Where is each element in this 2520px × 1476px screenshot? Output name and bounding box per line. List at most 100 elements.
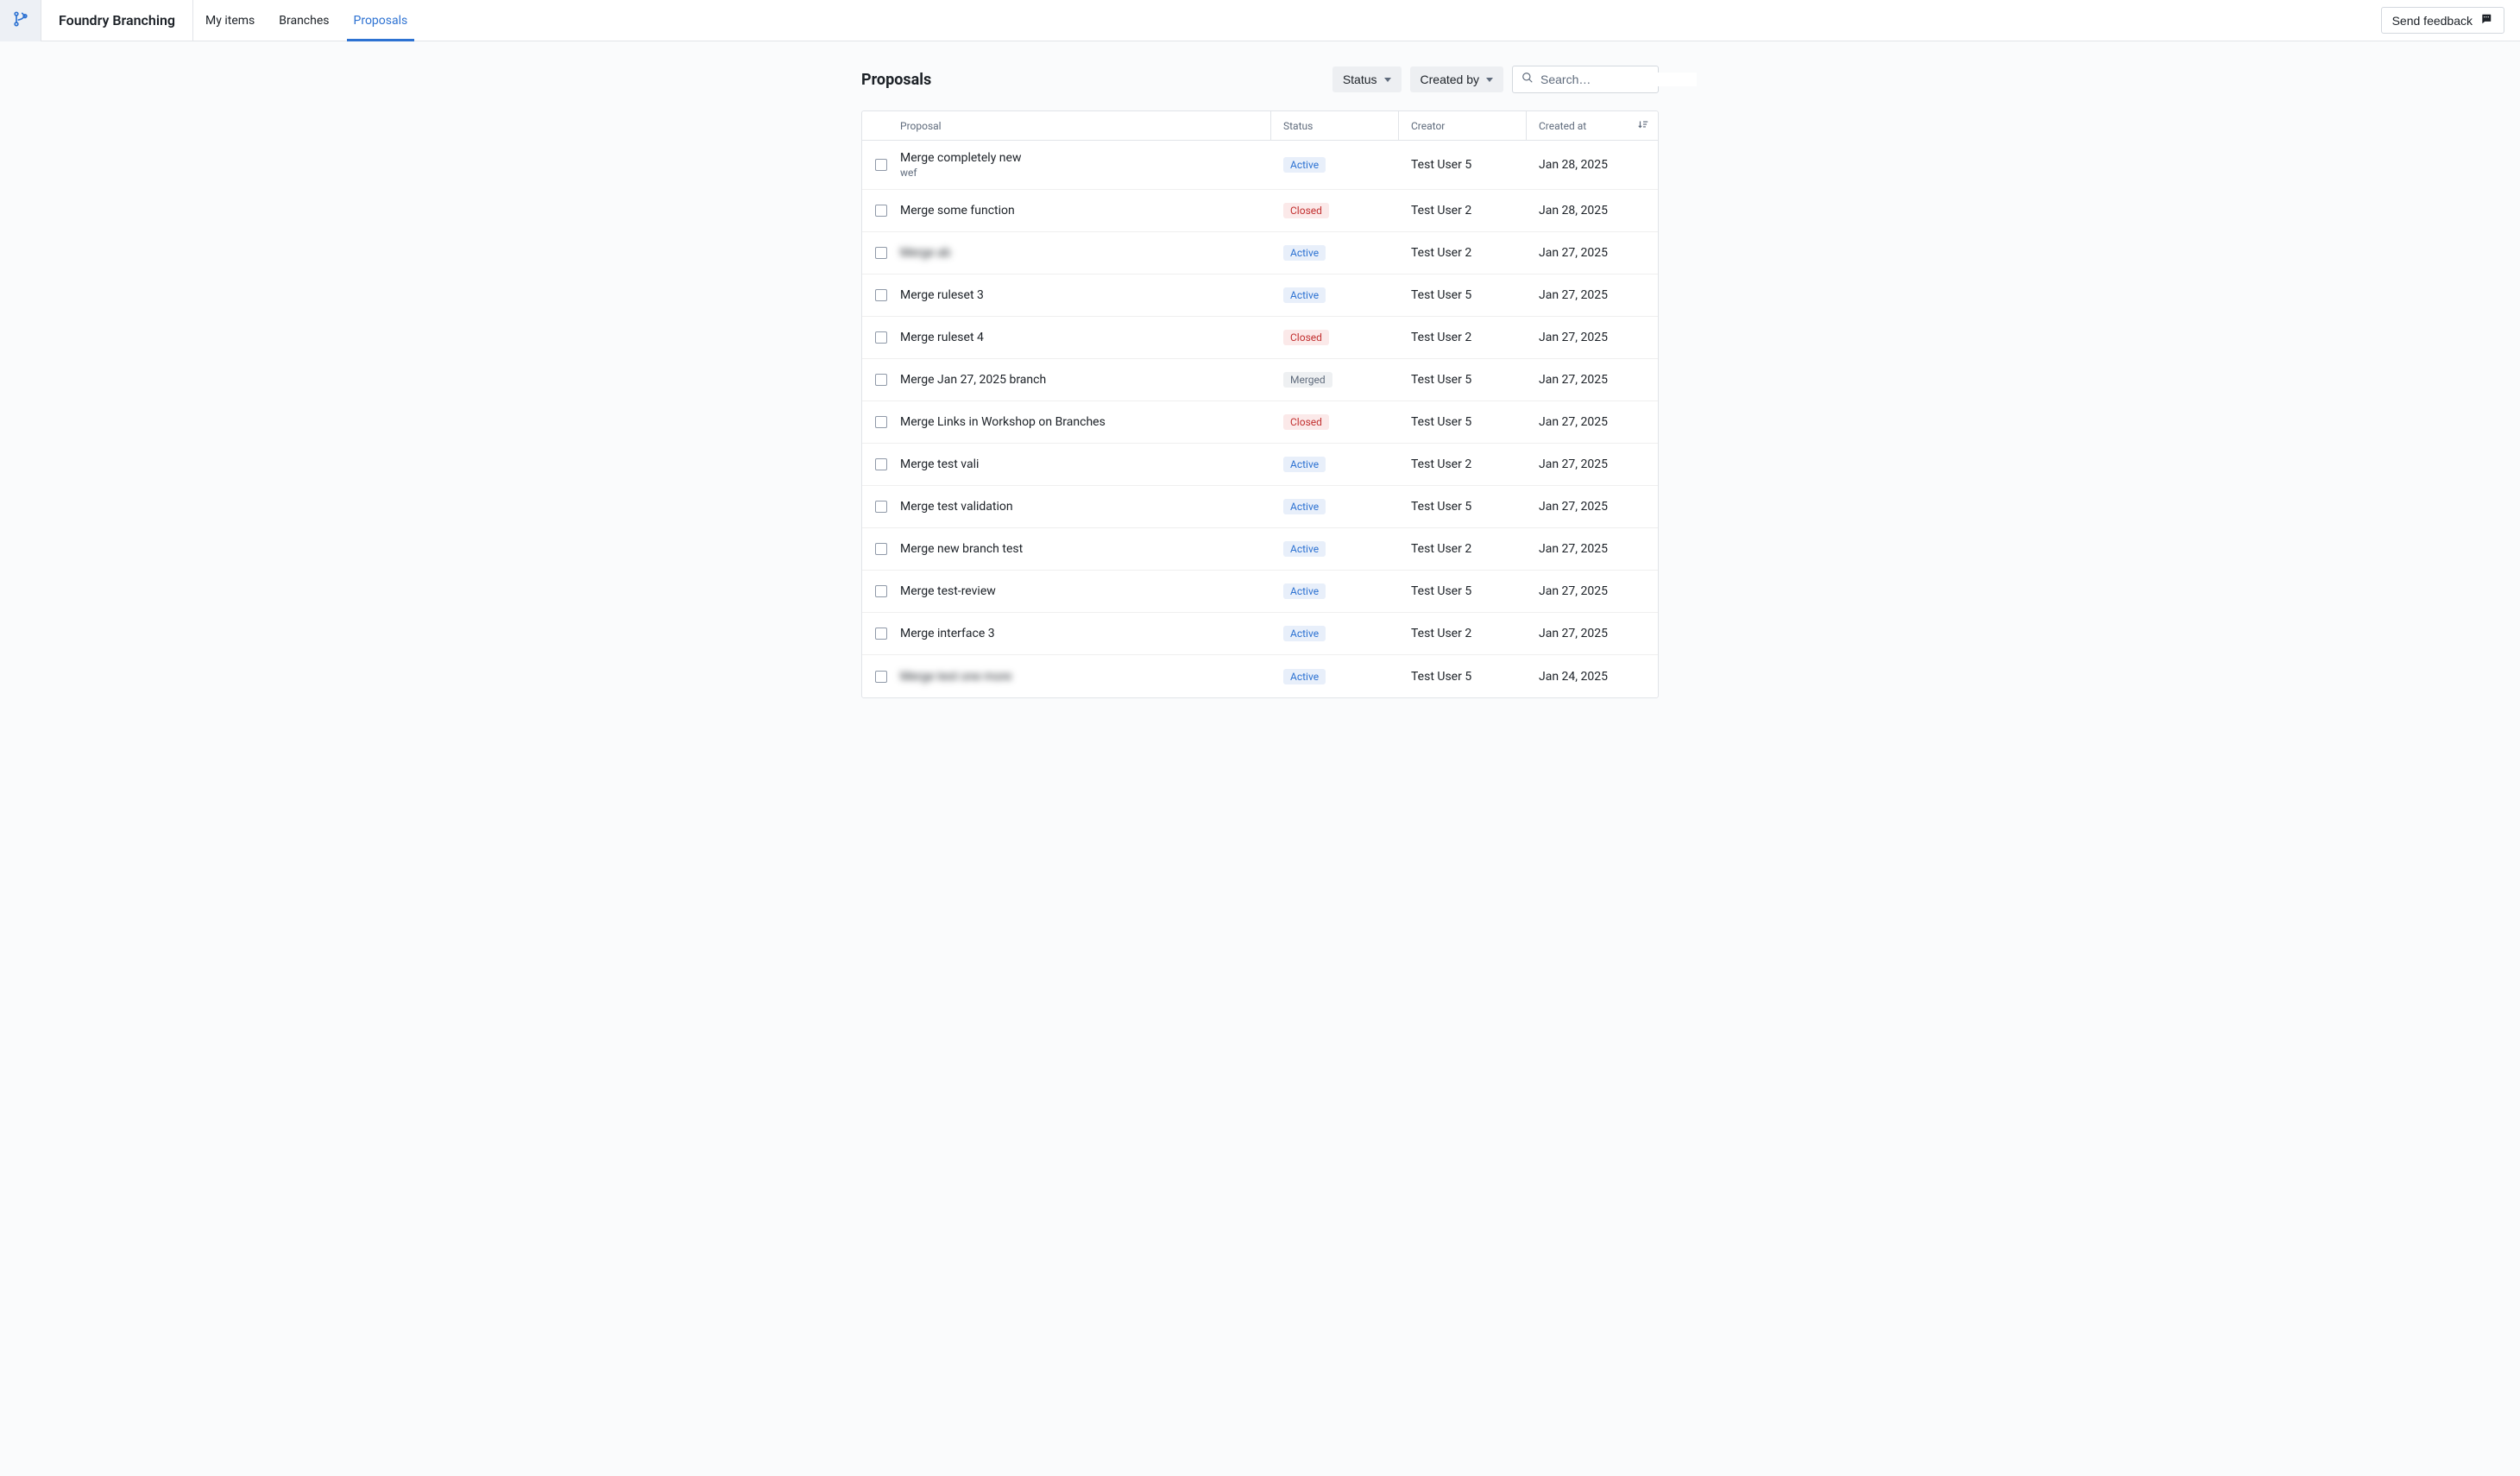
created-at-cell: Jan 27, 2025 <box>1527 331 1658 344</box>
status-cell: Closed <box>1271 330 1399 345</box>
chevron-down-icon <box>1486 78 1493 82</box>
created-at-cell: Jan 27, 2025 <box>1527 288 1658 302</box>
row-checkbox[interactable] <box>875 331 887 344</box>
creator-cell: Test User 5 <box>1399 584 1527 598</box>
status-badge: Active <box>1283 245 1326 261</box>
status-cell: Closed <box>1271 414 1399 430</box>
table-row[interactable]: Merge some functionClosedTest User 2Jan … <box>862 190 1658 232</box>
created-by-filter-label: Created by <box>1421 73 1479 86</box>
status-cell: Closed <box>1271 203 1399 218</box>
row-checkbox[interactable] <box>875 416 887 428</box>
creator-cell: Test User 5 <box>1399 288 1527 302</box>
status-badge: Active <box>1283 499 1326 514</box>
proposals-table: Proposal Status Creator Created at Merge… <box>861 110 1659 698</box>
creator-cell: Test User 2 <box>1399 246 1527 260</box>
filter-controls: Status Created by <box>1332 66 1659 93</box>
proposal-title: Merge test one more <box>900 670 1011 684</box>
table-row[interactable]: Merge test-review ActiveTest User 5Jan 27… <box>862 571 1658 613</box>
row-checkbox[interactable] <box>875 543 887 555</box>
proposal-cell: Merge some function <box>900 204 1271 218</box>
row-checkbox-cell <box>862 671 900 683</box>
row-checkbox[interactable] <box>875 671 887 683</box>
nav-tab-branches[interactable]: Branches <box>267 0 341 41</box>
proposal-cell: Merge test vali <box>900 457 1271 471</box>
creator-cell: Test User 2 <box>1399 457 1527 471</box>
creator-cell: Test User 2 <box>1399 627 1527 640</box>
proposal-title: Merge test-review <box>900 584 996 598</box>
row-checkbox-cell <box>862 374 900 386</box>
proposal-title: Merge some function <box>900 204 1015 218</box>
feedback-icon <box>2479 13 2493 28</box>
table-row[interactable]: Merge interface 3ActiveTest User 2Jan 27… <box>862 613 1658 655</box>
row-checkbox[interactable] <box>875 247 887 259</box>
nav-tab-my-items[interactable]: My items <box>193 0 267 41</box>
page-title: Proposals <box>861 71 931 89</box>
header-status[interactable]: Status <box>1271 111 1399 140</box>
table-row[interactable]: Merge ruleset 3 ActiveTest User 5Jan 27, … <box>862 274 1658 317</box>
row-checkbox[interactable] <box>875 458 887 470</box>
status-cell: Active <box>1271 287 1399 303</box>
proposal-cell: Merge test one more <box>900 670 1271 684</box>
app-logo-box[interactable] <box>0 0 41 41</box>
proposal-title: Merge ruleset 4 <box>900 331 984 344</box>
row-checkbox[interactable] <box>875 501 887 513</box>
creator-cell: Test User 2 <box>1399 542 1527 556</box>
row-checkbox-cell <box>862 205 900 217</box>
proposal-subtitle: wef <box>900 167 1021 179</box>
row-checkbox[interactable] <box>875 628 887 640</box>
status-badge: Active <box>1283 669 1326 684</box>
header-created-at[interactable]: Created at <box>1527 111 1658 140</box>
status-badge: Active <box>1283 626 1326 641</box>
header-creator[interactable]: Creator <box>1399 111 1527 140</box>
app-title: Foundry Branching <box>41 0 193 41</box>
table-row[interactable]: Merge Links in Workshop on Branches Close… <box>862 401 1658 444</box>
proposal-title: Merge new branch test <box>900 542 1023 556</box>
row-checkbox[interactable] <box>875 585 887 597</box>
created-at-cell: Jan 27, 2025 <box>1527 584 1658 598</box>
proposal-title: Merge test validation <box>900 500 1013 514</box>
table-row[interactable]: Merge ruleset 4 Closed Test User 2Jan 27, … <box>862 317 1658 359</box>
created-at-cell: Jan 27, 2025 <box>1527 457 1658 471</box>
table-row[interactable]: Merge new branch testActiveTest User 2Ja… <box>862 528 1658 571</box>
proposal-title: Merge interface 3 <box>900 627 995 640</box>
creator-cell: Test User 5 <box>1399 500 1527 514</box>
row-checkbox[interactable] <box>875 205 887 217</box>
table-row[interactable]: Merge test vali ActiveTest User 2Jan 27, … <box>862 444 1658 486</box>
creator-cell: Test User 2 <box>1399 204 1527 218</box>
proposal-title: Merge Links in Workshop on Branches <box>900 415 1106 429</box>
proposal-cell: Merge ruleset 3 <box>900 288 1271 302</box>
created-at-cell: Jan 27, 2025 <box>1527 500 1658 514</box>
table-row[interactable]: Merge abActiveTest User 2Jan 27, 2025 <box>862 232 1658 274</box>
proposal-cell: Merge test-review <box>900 584 1271 598</box>
status-cell: Active <box>1271 457 1399 472</box>
sort-descending-icon <box>1637 118 1649 133</box>
search-box[interactable] <box>1512 66 1659 93</box>
creator-cell: Test User 2 <box>1399 331 1527 344</box>
table-row[interactable]: Merge test validation Active Test User 5Ja… <box>862 486 1658 528</box>
row-checkbox-cell <box>862 628 900 640</box>
proposal-cell: Merge Links in Workshop on Branches <box>900 415 1271 429</box>
proposal-title: Merge ab <box>900 246 951 260</box>
created-at-cell: Jan 28, 2025 <box>1527 158 1658 172</box>
send-feedback-button[interactable]: Send feedback <box>2381 7 2504 34</box>
row-checkbox-cell <box>862 543 900 555</box>
header-proposal[interactable]: Proposal <box>900 111 1271 140</box>
status-badge: Closed <box>1283 203 1329 218</box>
creator-cell: Test User 5 <box>1399 158 1527 172</box>
created-by-filter-button[interactable]: Created by <box>1410 66 1503 92</box>
row-checkbox[interactable] <box>875 374 887 386</box>
table-row[interactable]: Merge completely newwefActiveTest User 5… <box>862 141 1658 190</box>
search-input[interactable] <box>1540 73 1697 86</box>
row-checkbox[interactable] <box>875 159 887 171</box>
proposal-title: Merge test vali <box>900 457 979 471</box>
status-cell: Active <box>1271 583 1399 599</box>
row-checkbox[interactable] <box>875 289 887 301</box>
nav-tab-proposals[interactable]: Proposals <box>342 0 420 41</box>
table-row[interactable]: Merge Jan 27, 2025 branchMergedTest User… <box>862 359 1658 401</box>
status-badge: Closed <box>1283 330 1329 345</box>
row-checkbox-cell <box>862 416 900 428</box>
proposal-title: Merge ruleset 3 <box>900 288 984 302</box>
table-row[interactable]: Merge test one moreActiveTest User 5Jan … <box>862 655 1658 697</box>
status-filter-button[interactable]: Status <box>1332 66 1402 92</box>
status-cell: Active <box>1271 626 1399 641</box>
